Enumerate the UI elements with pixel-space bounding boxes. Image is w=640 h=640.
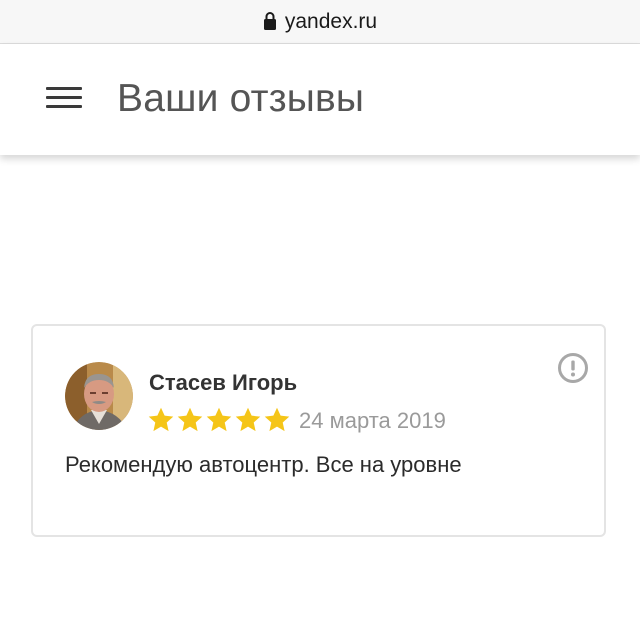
star-icon bbox=[206, 407, 232, 432]
app-header: Ваши отзывы bbox=[0, 44, 640, 155]
lock-icon bbox=[263, 11, 276, 30]
url-text: yandex.ru bbox=[284, 9, 378, 33]
review-author-name[interactable]: Стасев Игорь bbox=[149, 370, 297, 396]
star-icon bbox=[177, 407, 203, 432]
star-icon bbox=[235, 407, 261, 432]
hamburger-menu-icon[interactable] bbox=[46, 87, 82, 113]
rating-stars bbox=[147, 406, 291, 434]
page-title: Ваши отзывы bbox=[117, 77, 365, 120]
star-icon bbox=[264, 407, 290, 432]
review-card: Стасев Игорь 24 марта 2019 Рекомендую ав… bbox=[31, 324, 606, 537]
avatar[interactable] bbox=[65, 362, 133, 430]
exclamation-circle-icon[interactable] bbox=[557, 352, 589, 384]
review-date: 24 марта 2019 bbox=[299, 408, 446, 433]
review-text: Рекомендую автоцентр. Все на уровне bbox=[65, 452, 462, 477]
star-icon bbox=[148, 407, 174, 432]
browser-url-bar[interactable]: yandex.ru bbox=[0, 0, 640, 44]
